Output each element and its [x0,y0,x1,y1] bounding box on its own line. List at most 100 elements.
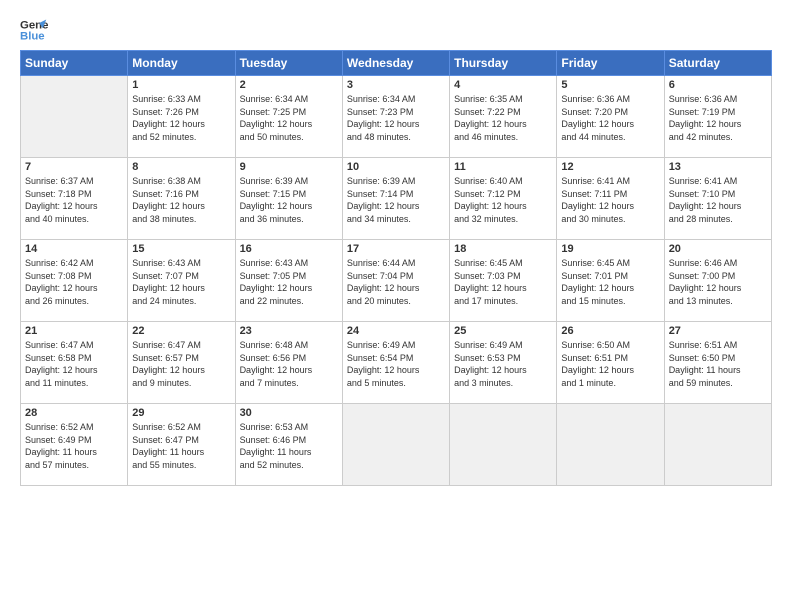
page-container: General Blue SundayMondayTuesdayWednesda… [0,0,792,496]
day-info: Sunrise: 6:39 AM Sunset: 7:14 PM Dayligh… [347,175,445,225]
calendar-cell: 9 Sunrise: 6:39 AM Sunset: 7:15 PM Daylig… [235,158,342,240]
calendar-cell: 6 Sunrise: 6:36 AM Sunset: 7:19 PM Daylig… [664,76,771,158]
calendar-cell: 23 Sunrise: 6:48 AM Sunset: 6:56 PM Dayli… [235,322,342,404]
day-info: Sunrise: 6:44 AM Sunset: 7:04 PM Dayligh… [347,257,445,307]
day-number: 10 [347,161,445,173]
day-info: Sunrise: 6:41 AM Sunset: 7:10 PM Dayligh… [669,175,767,225]
weekday-header-row: SundayMondayTuesdayWednesdayThursdayFrid… [21,51,772,76]
day-info: Sunrise: 6:33 AM Sunset: 7:26 PM Dayligh… [132,93,230,143]
calendar-cell: 13 Sunrise: 6:41 AM Sunset: 7:10 PM Dayli… [664,158,771,240]
logo: General Blue [20,16,48,44]
day-number: 7 [25,161,123,173]
calendar-cell: 3 Sunrise: 6:34 AM Sunset: 7:23 PM Daylig… [342,76,449,158]
day-info: Sunrise: 6:51 AM Sunset: 6:50 PM Dayligh… [669,339,767,389]
day-number: 24 [347,325,445,337]
svg-text:Blue: Blue [20,31,45,43]
day-number: 4 [454,79,552,91]
day-number: 14 [25,243,123,255]
day-info: Sunrise: 6:36 AM Sunset: 7:19 PM Dayligh… [669,93,767,143]
week-row-4: 21 Sunrise: 6:47 AM Sunset: 6:58 PM Dayli… [21,322,772,404]
calendar-cell: 28 Sunrise: 6:52 AM Sunset: 6:49 PM Dayli… [21,404,128,486]
calendar-cell: 21 Sunrise: 6:47 AM Sunset: 6:58 PM Dayli… [21,322,128,404]
day-info: Sunrise: 6:41 AM Sunset: 7:11 PM Dayligh… [561,175,659,225]
header: General Blue [20,16,772,44]
calendar-cell: 20 Sunrise: 6:46 AM Sunset: 7:00 PM Dayli… [664,240,771,322]
day-info: Sunrise: 6:49 AM Sunset: 6:54 PM Dayligh… [347,339,445,389]
calendar-cell: 29Sunrise: 6:52 AM Sunset: 6:47 PM Dayli… [128,404,235,486]
day-info: Sunrise: 6:49 AM Sunset: 6:53 PM Dayligh… [454,339,552,389]
weekday-saturday: Saturday [664,51,771,76]
day-info: Sunrise: 6:45 AM Sunset: 7:03 PM Dayligh… [454,257,552,307]
calendar-cell: 10 Sunrise: 6:39 AM Sunset: 7:14 PM Dayli… [342,158,449,240]
calendar-cell [342,404,449,486]
day-info: Sunrise: 6:52 AM Sunset: 6:47 PM Dayligh… [132,421,230,471]
calendar-cell: 1 Sunrise: 6:33 AM Sunset: 7:26 PM Daylig… [128,76,235,158]
day-number: 20 [669,243,767,255]
calendar-cell: 4 Sunrise: 6:35 AM Sunset: 7:22 PM Daylig… [450,76,557,158]
weekday-friday: Friday [557,51,664,76]
calendar-cell [450,404,557,486]
weekday-thursday: Thursday [450,51,557,76]
day-info: Sunrise: 6:42 AM Sunset: 7:08 PM Dayligh… [25,257,123,307]
week-row-3: 14 Sunrise: 6:42 AM Sunset: 7:08 PM Dayli… [21,240,772,322]
calendar-cell: 12 Sunrise: 6:41 AM Sunset: 7:11 PM Dayli… [557,158,664,240]
day-number: 18 [454,243,552,255]
day-number: 11 [454,161,552,173]
day-info: Sunrise: 6:37 AM Sunset: 7:18 PM Dayligh… [25,175,123,225]
day-number: 26 [561,325,659,337]
day-number: 6 [669,79,767,91]
day-info: Sunrise: 6:43 AM Sunset: 7:07 PM Dayligh… [132,257,230,307]
day-info: Sunrise: 6:34 AM Sunset: 7:25 PM Dayligh… [240,93,338,143]
day-info: Sunrise: 6:47 AM Sunset: 6:58 PM Dayligh… [25,339,123,389]
day-info: Sunrise: 6:53 AM Sunset: 6:46 PM Dayligh… [240,421,338,471]
day-number: 9 [240,161,338,173]
calendar-cell: 22Sunrise: 6:47 AM Sunset: 6:57 PM Dayli… [128,322,235,404]
day-info: Sunrise: 6:34 AM Sunset: 7:23 PM Dayligh… [347,93,445,143]
day-number: 12 [561,161,659,173]
calendar-cell: 5 Sunrise: 6:36 AM Sunset: 7:20 PM Daylig… [557,76,664,158]
day-number: 3 [347,79,445,91]
calendar-cell: 25 Sunrise: 6:49 AM Sunset: 6:53 PM Dayli… [450,322,557,404]
calendar-cell: 8 Sunrise: 6:38 AM Sunset: 7:16 PM Daylig… [128,158,235,240]
day-number: 21 [25,325,123,337]
day-number: 23 [240,325,338,337]
week-row-1: 1 Sunrise: 6:33 AM Sunset: 7:26 PM Daylig… [21,76,772,158]
day-info: Sunrise: 6:40 AM Sunset: 7:12 PM Dayligh… [454,175,552,225]
day-info: Sunrise: 6:45 AM Sunset: 7:01 PM Dayligh… [561,257,659,307]
calendar-cell: 24 Sunrise: 6:49 AM Sunset: 6:54 PM Dayli… [342,322,449,404]
calendar-cell: 14 Sunrise: 6:42 AM Sunset: 7:08 PM Dayli… [21,240,128,322]
day-number: 30 [240,407,338,419]
weekday-sunday: Sunday [21,51,128,76]
weekday-wednesday: Wednesday [342,51,449,76]
day-number: 27 [669,325,767,337]
day-number: 16 [240,243,338,255]
calendar-cell: 15Sunrise: 6:43 AM Sunset: 7:07 PM Dayli… [128,240,235,322]
logo-icon: General Blue [20,16,48,44]
day-number: 17 [347,243,445,255]
day-info: Sunrise: 6:52 AM Sunset: 6:49 PM Dayligh… [25,421,123,471]
week-row-2: 7 Sunrise: 6:37 AM Sunset: 7:18 PM Daylig… [21,158,772,240]
day-number: 1 [132,79,230,91]
weekday-tuesday: Tuesday [235,51,342,76]
day-info: Sunrise: 6:38 AM Sunset: 7:16 PM Dayligh… [132,175,230,225]
day-info: Sunrise: 6:46 AM Sunset: 7:00 PM Dayligh… [669,257,767,307]
day-number: 28 [25,407,123,419]
day-number: 5 [561,79,659,91]
day-info: Sunrise: 6:50 AM Sunset: 6:51 PM Dayligh… [561,339,659,389]
day-number: 25 [454,325,552,337]
calendar-cell: 17 Sunrise: 6:44 AM Sunset: 7:04 PM Dayli… [342,240,449,322]
day-info: Sunrise: 6:35 AM Sunset: 7:22 PM Dayligh… [454,93,552,143]
calendar-cell: 19Sunrise: 6:45 AM Sunset: 7:01 PM Dayli… [557,240,664,322]
calendar-body: 1 Sunrise: 6:33 AM Sunset: 7:26 PM Daylig… [21,76,772,486]
day-info: Sunrise: 6:47 AM Sunset: 6:57 PM Dayligh… [132,339,230,389]
day-number: 13 [669,161,767,173]
day-number: 8 [132,161,230,173]
day-info: Sunrise: 6:36 AM Sunset: 7:20 PM Dayligh… [561,93,659,143]
weekday-monday: Monday [128,51,235,76]
calendar-cell: 26 Sunrise: 6:50 AM Sunset: 6:51 PM Dayli… [557,322,664,404]
calendar-cell: 11 Sunrise: 6:40 AM Sunset: 7:12 PM Dayli… [450,158,557,240]
day-info: Sunrise: 6:39 AM Sunset: 7:15 PM Dayligh… [240,175,338,225]
calendar-cell: 18 Sunrise: 6:45 AM Sunset: 7:03 PM Dayli… [450,240,557,322]
day-info: Sunrise: 6:48 AM Sunset: 6:56 PM Dayligh… [240,339,338,389]
week-row-5: 28 Sunrise: 6:52 AM Sunset: 6:49 PM Dayli… [21,404,772,486]
